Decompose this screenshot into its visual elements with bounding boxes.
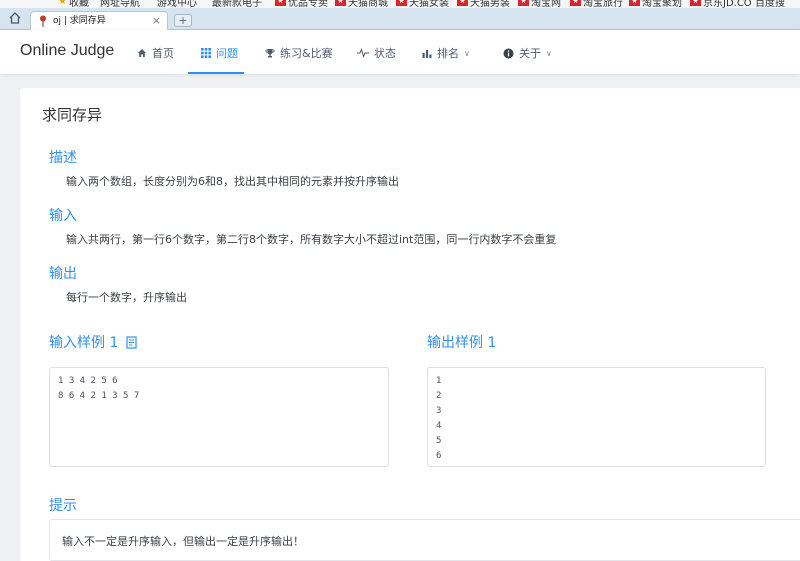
active-tab-indicator [188, 72, 244, 74]
nav-item-home[interactable]: 首页 [137, 45, 174, 61]
trophy-icon [265, 49, 275, 58]
bookmark-item[interactable]: ★ 淘宝旅行 [570, 0, 623, 8]
pulse-icon [357, 48, 369, 58]
sample-output-heading: 输出样例 1 [427, 335, 497, 351]
output-heading: 输出 [49, 266, 77, 282]
sample-input-line: 8 6 4 2 1 3 5 7 [58, 391, 140, 401]
sample-output-line: 1 [436, 376, 442, 386]
bar-chart-icon [422, 50, 432, 58]
sample-output-line: 3 [436, 406, 442, 416]
nav-item-status[interactable]: 状态 [357, 45, 396, 61]
sample-output-line: 6 [436, 451, 442, 461]
pin-icon [40, 15, 46, 27]
bookmark-item[interactable]: ★ 天猫女装 [396, 0, 449, 8]
copy-icon[interactable] [126, 335, 138, 349]
bookmark-item[interactable]: ★ 优品专卖 [275, 0, 328, 8]
sample-output-box[interactable]: 1 2 3 4 5 6 [427, 367, 766, 467]
nav-item-rank[interactable]: 排名 ∨ [422, 45, 470, 61]
output-text: 每行一个数字，升序输出 [66, 291, 187, 304]
new-tab-button[interactable]: + [174, 14, 192, 27]
tab-bar: oj | 求同存异 × + [0, 8, 800, 30]
sample-output-line: 5 [436, 436, 442, 446]
hint-box: 输入不一定是升序输入，但输出一定是升序输出！ [49, 519, 800, 561]
tab-title: oj | 求同存异 [53, 16, 106, 26]
nav-item-about[interactable]: 关于 ∨ [503, 45, 552, 61]
nav-item-problems[interactable]: 问题 [201, 45, 238, 61]
grid-icon [201, 48, 211, 58]
navbar: Online Judge 首页 问题 练习&比赛 状态 排名 ∨ 关于 ∨ [0, 30, 800, 74]
sample-input-heading: 输入样例 1 [49, 332, 138, 352]
info-icon [503, 48, 514, 58]
page-title: 求同存异 [42, 106, 103, 124]
bookmark-item[interactable]: ★ 收藏 [58, 0, 89, 8]
bookmark-item[interactable]: ★ 天猫男装 [457, 0, 510, 8]
sample-input-box[interactable]: 1 3 4 2 5 6 8 6 4 2 1 3 5 7 [49, 367, 389, 467]
bookmark-item[interactable]: ★ 淘宝网 [518, 0, 561, 8]
bookmark-item[interactable]: ★ 天猫商城 [335, 0, 388, 8]
bookmark-item[interactable]: 最新款电子 [212, 0, 262, 8]
sample-output-line: 2 [436, 391, 442, 401]
browser-tab[interactable]: oj | 求同存异 × [30, 11, 168, 30]
bookmark-item[interactable]: 百度搜 [755, 0, 785, 8]
bookmark-item[interactable]: 网址导航 [100, 0, 140, 8]
bookmark-item[interactable]: ★ 淘宝聚划 [629, 0, 682, 8]
sample-output-line: 4 [436, 421, 442, 431]
chevron-down-icon: ∨ [546, 48, 552, 58]
sample-input-line: 1 3 4 2 5 6 [58, 376, 118, 386]
home-icon [138, 49, 146, 57]
hint-heading: 提示 [49, 498, 77, 514]
description-text: 输入两个数组，长度分别为6和8，找出其中相同的元素并按升序输出 [66, 175, 399, 188]
bookmarks-bar: ★ 收藏 网址导航 游戏中心 最新款电子 ★ 优品专卖 ★ 天猫商城 ★ 天猫女装 ★ 天… [0, 0, 800, 8]
chevron-down-icon: ∨ [464, 48, 470, 58]
description-heading: 描述 [49, 150, 77, 166]
input-text: 输入共两行，第一行6个数字，第二行8个数字，所有数字大小不超过int范围，同一行… [66, 233, 557, 246]
problem-card: 求同存异 描述 输入两个数组，长度分别为6和8，找出其中相同的元素并按升序输出 … [20, 88, 800, 561]
close-icon[interactable]: × [152, 14, 161, 27]
nav-item-contests[interactable]: 练习&比赛 [265, 45, 333, 61]
bookmark-item[interactable]: ★ 京东JD.CO [690, 0, 752, 8]
bookmark-item[interactable]: 游戏中心 [157, 0, 197, 8]
hint-text: 输入不一定是升序输入，但输出一定是升序输出！ [62, 535, 304, 548]
input-heading: 输入 [49, 208, 77, 224]
brand-logo[interactable]: Online Judge [20, 42, 114, 60]
home-icon[interactable] [7, 11, 23, 27]
